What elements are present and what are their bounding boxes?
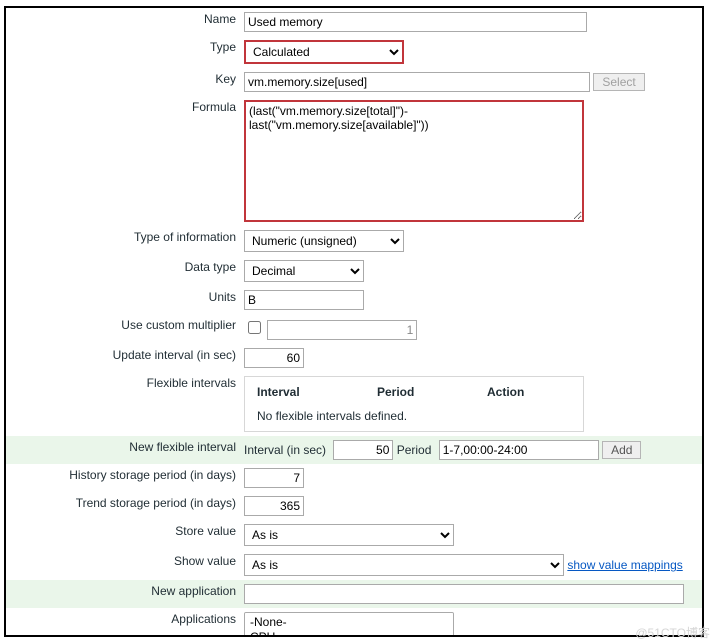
show-value-select[interactable]: As is [244, 554, 564, 576]
new-flex-interval-input[interactable] [333, 440, 393, 460]
period-label: Period [397, 443, 432, 457]
list-item[interactable]: -None- [248, 615, 450, 630]
show-value-mappings-link[interactable]: show value mappings [567, 558, 682, 572]
interval-in-sec-label: Interval (in sec) [244, 443, 326, 457]
label-show-val: Show value [6, 550, 240, 580]
data-type-select[interactable]: Decimal [244, 260, 364, 282]
label-hist-days: History storage period (in days) [6, 464, 240, 492]
new-application-input[interactable] [244, 584, 684, 604]
new-flex-period-input[interactable] [439, 440, 599, 460]
name-input[interactable] [244, 12, 587, 32]
update-interval-input[interactable] [244, 348, 304, 368]
flex-col-action: Action [487, 385, 567, 399]
applications-select[interactable]: -None- CPU Filesystems [244, 612, 454, 637]
flex-col-period: Period [377, 385, 487, 399]
flexible-intervals-box: Interval Period Action No flexible inter… [244, 376, 584, 432]
label-formula: Formula [6, 96, 240, 226]
label-units: Units [6, 286, 240, 314]
history-days-input[interactable] [244, 468, 304, 488]
multiplier-input [267, 320, 417, 340]
flex-empty-text: No flexible intervals defined. [257, 399, 571, 423]
item-form: Name Type Calculated Key Select [6, 8, 702, 637]
label-type: Type [6, 36, 240, 68]
label-trend-days: Trend storage period (in days) [6, 492, 240, 520]
select-button[interactable]: Select [593, 73, 644, 91]
units-input[interactable] [244, 290, 364, 310]
label-flex-int: Flexible intervals [6, 372, 240, 436]
label-update-int: Update interval (in sec) [6, 344, 240, 372]
label-new-flex: New flexible interval [6, 436, 240, 464]
use-multiplier-checkbox[interactable] [248, 321, 261, 334]
key-input[interactable] [244, 72, 590, 92]
flex-col-interval: Interval [257, 385, 377, 399]
label-apps: Applications [6, 608, 240, 637]
label-use-mult: Use custom multiplier [6, 314, 240, 344]
list-item[interactable]: CPU [248, 630, 450, 637]
label-type-info: Type of information [6, 226, 240, 256]
label-key: Key [6, 68, 240, 96]
type-select[interactable]: Calculated [244, 40, 404, 64]
label-new-app: New application [6, 580, 240, 608]
label-name: Name [6, 8, 240, 36]
label-store-val: Store value [6, 520, 240, 550]
flex-header: Interval Period Action [257, 385, 571, 399]
label-data-type: Data type [6, 256, 240, 286]
formula-textarea[interactable]: (last("vm.memory.size[total]")-last("vm.… [246, 102, 582, 220]
watermark-text: @51CTO博客 [635, 624, 710, 641]
add-button[interactable]: Add [602, 441, 641, 459]
type-info-select[interactable]: Numeric (unsigned) [244, 230, 404, 252]
trend-days-input[interactable] [244, 496, 304, 516]
formula-highlight: (last("vm.memory.size[total]")-last("vm.… [244, 100, 584, 222]
store-value-select[interactable]: As is [244, 524, 454, 546]
